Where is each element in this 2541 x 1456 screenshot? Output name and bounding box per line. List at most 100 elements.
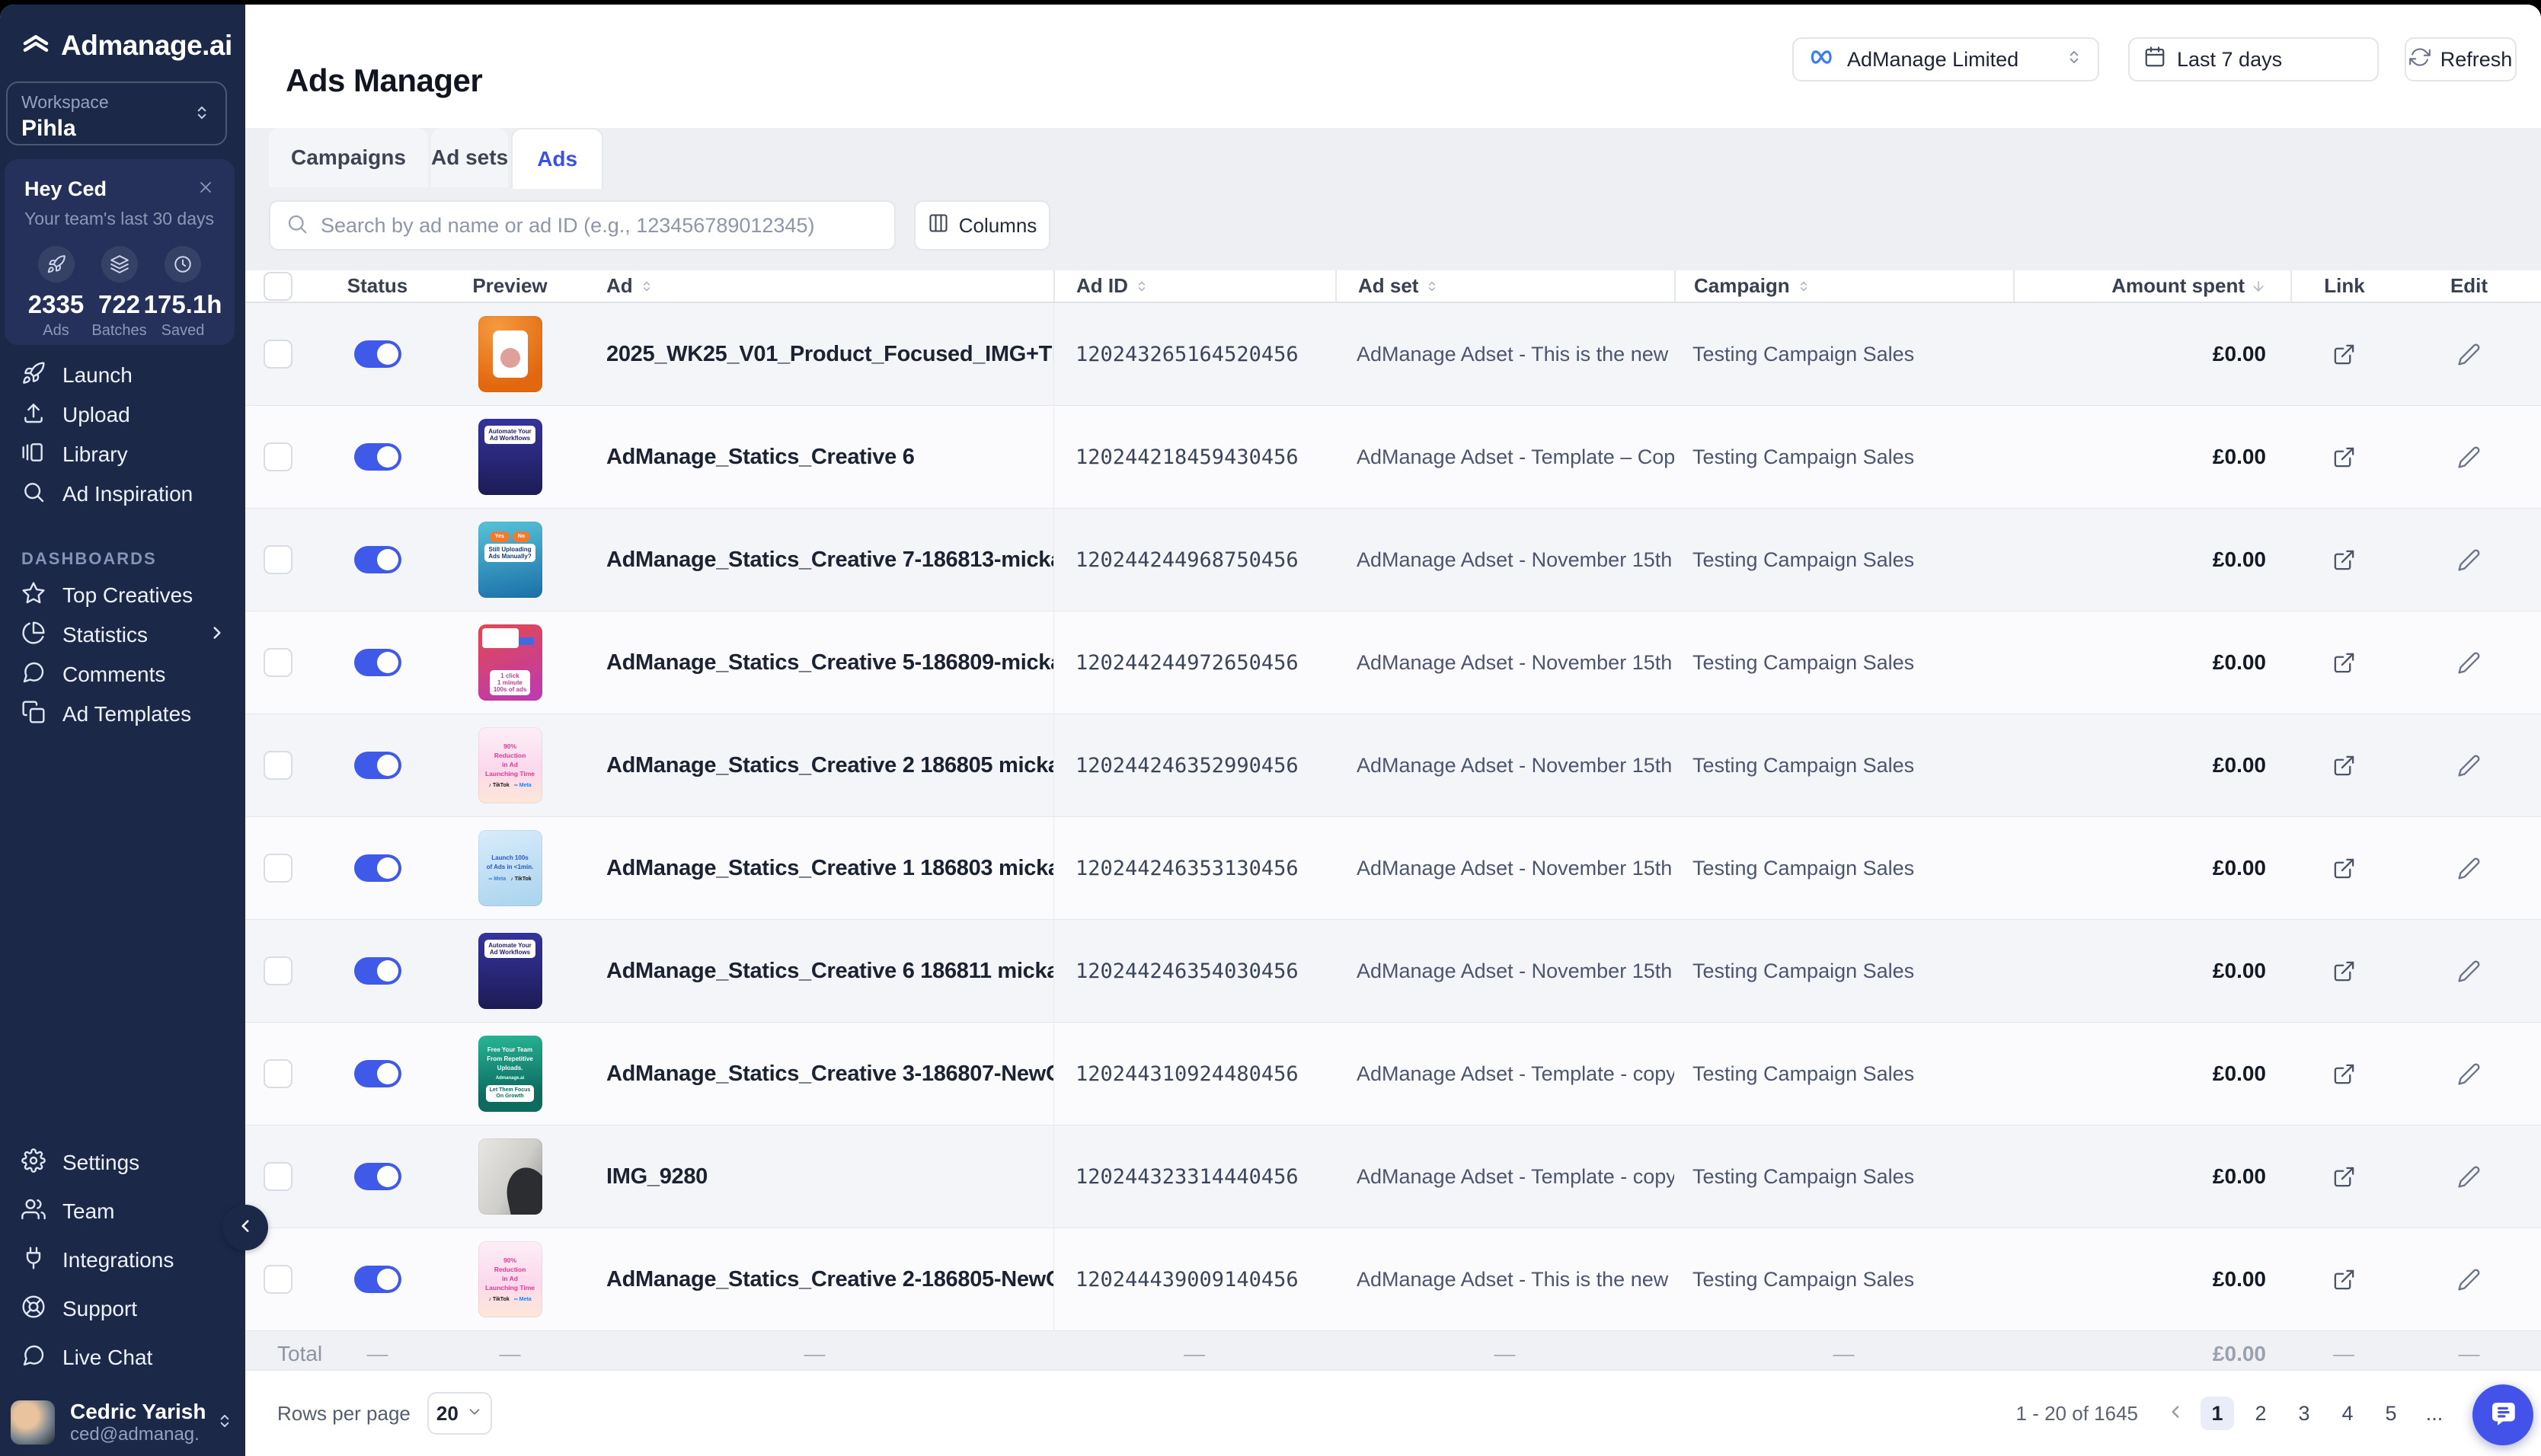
sidebar-item-ad-templates[interactable]: Ad Templates: [0, 694, 245, 734]
tab-campaigns[interactable]: Campaigns: [269, 128, 428, 187]
row-preview-cell: [444, 303, 576, 405]
refresh-button[interactable]: Refresh: [2405, 37, 2517, 81]
status-toggle[interactable]: [354, 443, 401, 471]
open-ad-link-button[interactable]: [2332, 651, 2356, 675]
edit-ad-button[interactable]: [2457, 343, 2481, 366]
columns-button[interactable]: Columns: [914, 200, 1050, 251]
preview-button: Yes: [490, 532, 510, 542]
previous-page-button[interactable]: [2161, 1402, 2190, 1426]
workspace-selector[interactable]: Workspace Pihla: [6, 81, 227, 145]
page-button-3[interactable]: 3: [2287, 1397, 2321, 1430]
table-header-ad_set[interactable]: Ad set: [1335, 270, 1674, 302]
edit-ad-button[interactable]: [2457, 1268, 2481, 1292]
page-button-2[interactable]: 2: [2244, 1397, 2277, 1430]
row-checkbox[interactable]: [264, 1162, 292, 1191]
row-checkbox[interactable]: [264, 751, 292, 780]
edit-ad-button[interactable]: [2457, 1165, 2481, 1189]
row-checkbox[interactable]: [264, 1059, 292, 1088]
date-range-picker[interactable]: Last 7 days: [2128, 37, 2379, 81]
status-toggle[interactable]: [354, 546, 401, 573]
ad-preview-thumbnail[interactable]: YesNoStill UploadingAds Manually?: [478, 522, 542, 598]
ad-preview-thumbnail[interactable]: Automate YourAd Workflows: [478, 419, 542, 495]
status-toggle[interactable]: [354, 340, 401, 368]
status-toggle[interactable]: [354, 957, 401, 985]
edit-ad-button[interactable]: [2457, 445, 2481, 469]
search-input[interactable]: [319, 213, 879, 238]
ad-preview-thumbnail[interactable]: Automate YourAd Workflows: [478, 933, 542, 1009]
ad-preview-thumbnail[interactable]: [478, 316, 542, 392]
stats-row: 2335Ads722Batches175.1hSaved: [24, 246, 215, 340]
row-checkbox[interactable]: [264, 1265, 292, 1294]
date-range-value: Last 7 days: [2177, 48, 2282, 72]
status-toggle[interactable]: [354, 1163, 401, 1190]
meta-logo: ∞ Meta: [514, 782, 532, 789]
ad-preview-thumbnail[interactable]: Launch 100sof Ads in <1min.∞ Meta♪ TikTo…: [478, 830, 542, 906]
row-checkbox[interactable]: [264, 648, 292, 677]
tab-ad-sets[interactable]: Ad sets: [431, 128, 508, 187]
sidebar-item-launch[interactable]: Launch: [0, 356, 245, 395]
open-ad-link-button[interactable]: [2332, 1268, 2356, 1292]
row-checkbox[interactable]: [264, 340, 292, 369]
open-ad-link-button[interactable]: [2332, 959, 2356, 983]
row-checkbox[interactable]: [264, 854, 292, 883]
row-checkbox[interactable]: [264, 442, 292, 471]
status-toggle[interactable]: [354, 1060, 401, 1087]
edit-ad-button[interactable]: [2457, 651, 2481, 675]
sidebar-item-library[interactable]: Library: [0, 435, 245, 474]
open-ad-link-button[interactable]: [2332, 857, 2356, 880]
row-preview-cell: Automate YourAd Workflows: [444, 920, 576, 1022]
edit-ad-button[interactable]: [2457, 1062, 2481, 1086]
table-header-campaign[interactable]: Campaign: [1674, 270, 2013, 302]
ad-account-selector[interactable]: AdManage Limited: [1792, 37, 2099, 81]
edit-ad-button[interactable]: [2457, 548, 2481, 572]
edit-ad-button[interactable]: [2457, 857, 2481, 880]
page-button-1[interactable]: 1: [2201, 1397, 2234, 1430]
open-ad-link-button[interactable]: [2332, 445, 2356, 469]
open-ad-link-button[interactable]: [2332, 548, 2356, 572]
sidebar-item-integrations[interactable]: Integrations: [0, 1236, 245, 1285]
column-label: Preview: [472, 274, 547, 298]
table-header-amount[interactable]: Amount spent: [2013, 270, 2290, 302]
ad-preview-thumbnail[interactable]: 90%Reductionin AdLaunching Time♪ TikTok∞…: [478, 1241, 542, 1317]
sidebar-item-ad-inspiration[interactable]: Ad Inspiration: [0, 474, 245, 514]
ad-preview-thumbnail[interactable]: Free Your TeamFrom RepetitiveUploads.Adm…: [478, 1036, 542, 1112]
status-toggle[interactable]: [354, 752, 401, 779]
sidebar-item-top-creatives[interactable]: Top Creatives: [0, 576, 245, 615]
ad-preview-thumbnail[interactable]: [478, 1138, 542, 1215]
user-menu[interactable]: Cedric Yarish ced@admanag...: [11, 1400, 235, 1445]
page-button-4[interactable]: 4: [2331, 1397, 2364, 1430]
sidebar-item-comments[interactable]: Comments: [0, 655, 245, 694]
tab-ads[interactable]: Ads: [511, 128, 603, 189]
rows-per-page-select[interactable]: 20: [427, 1392, 492, 1435]
status-toggle[interactable]: [354, 1266, 401, 1293]
sidebar-item-settings[interactable]: Settings: [0, 1138, 245, 1187]
sidebar-collapse-button[interactable]: [222, 1205, 268, 1250]
ad-preview-thumbnail[interactable]: 1 click1 minute100s of ads: [478, 624, 542, 701]
edit-ad-button[interactable]: [2457, 959, 2481, 983]
status-toggle[interactable]: [354, 854, 401, 882]
table-header-check[interactable]: [245, 270, 311, 302]
edit-ad-button[interactable]: [2457, 754, 2481, 777]
preview-text: From Repetitive: [487, 1055, 532, 1063]
sidebar-item-upload[interactable]: Upload: [0, 395, 245, 435]
open-ad-link-button[interactable]: [2332, 343, 2356, 366]
sidebar-item-live-chat[interactable]: Live Chat: [0, 1333, 245, 1382]
row-checkbox[interactable]: [264, 956, 292, 985]
close-icon[interactable]: [197, 178, 215, 200]
brand-logo[interactable]: Admanage.ai: [20, 27, 232, 63]
status-toggle[interactable]: [354, 649, 401, 676]
sidebar-item-support[interactable]: Support: [0, 1285, 245, 1333]
open-ad-link-button[interactable]: [2332, 1062, 2356, 1086]
table-header-ad_id[interactable]: Ad ID: [1053, 270, 1335, 302]
live-chat-fab[interactable]: [2472, 1384, 2533, 1445]
table-header-ad[interactable]: Ad: [576, 270, 1053, 302]
row-checkbox[interactable]: [264, 545, 292, 574]
ad-preview-thumbnail[interactable]: 90%Reductionin AdLaunching Time♪ TikTok∞…: [478, 727, 542, 803]
table-row: Launch 100sof Ads in <1min.∞ Meta♪ TikTo…: [245, 817, 2541, 920]
open-ad-link-button[interactable]: [2332, 754, 2356, 777]
select-all-checkbox[interactable]: [264, 272, 292, 301]
sidebar-item-statistics[interactable]: Statistics: [0, 615, 245, 655]
open-ad-link-button[interactable]: [2332, 1165, 2356, 1189]
page-button-5[interactable]: 5: [2374, 1397, 2408, 1430]
sidebar-item-team[interactable]: Team: [0, 1187, 245, 1236]
